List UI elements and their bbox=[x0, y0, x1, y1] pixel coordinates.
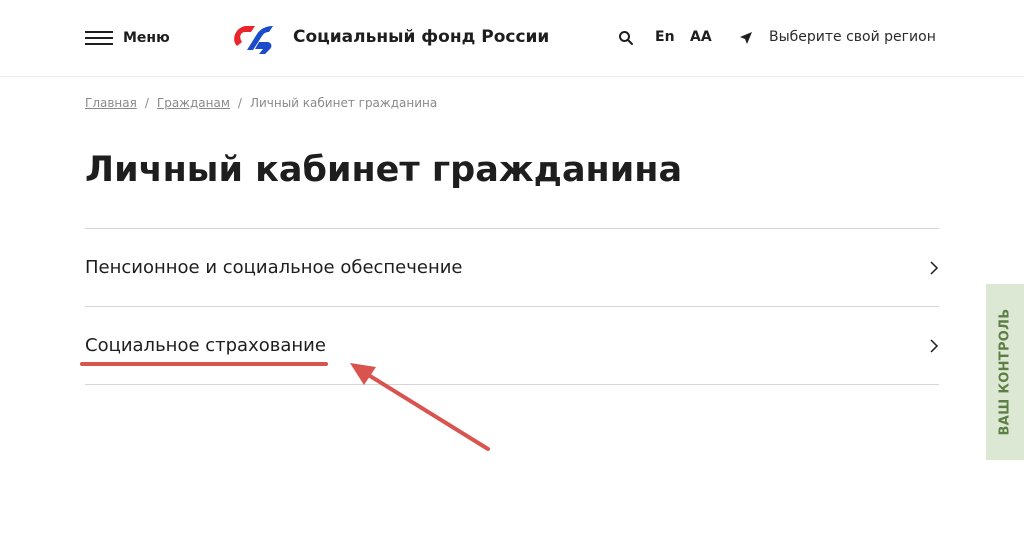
org-name[interactable]: Социальный фонд России bbox=[293, 27, 549, 47]
menu-label: Меню bbox=[123, 30, 170, 46]
list-item-pension[interactable]: Пенсионное и социальное обеспечение bbox=[85, 228, 939, 306]
hamburger-icon bbox=[85, 30, 113, 46]
your-control-tab[interactable]: ВАШ КОНТРОЛЬ bbox=[986, 284, 1024, 460]
list-item-label: Социальное страхование bbox=[85, 335, 326, 356]
breadcrumb-item-current: Личный кабинет гражданина bbox=[249, 96, 438, 110]
side-tab-label: ВАШ КОНТРОЛЬ bbox=[997, 308, 1013, 436]
list-item-label: Пенсионное и социальное обеспечение bbox=[85, 257, 463, 278]
breadcrumb-separator: / bbox=[237, 96, 242, 110]
search-icon[interactable] bbox=[618, 30, 634, 46]
breadcrumb-item-citizens[interactable]: Гражданам bbox=[157, 96, 230, 110]
breadcrumb: Главная / Гражданам / Личный кабинет гра… bbox=[85, 96, 437, 110]
page-title: Личный кабинет гражданина bbox=[85, 150, 683, 190]
page: Меню Социальный фонд России En АА Выбери… bbox=[0, 0, 1024, 550]
site-header: Меню Социальный фонд России En АА Выбери… bbox=[0, 0, 1024, 77]
breadcrumb-item-home[interactable]: Главная bbox=[85, 96, 137, 110]
font-size-button[interactable]: АА bbox=[690, 29, 712, 45]
chevron-right-icon bbox=[930, 339, 939, 353]
annotation-underline bbox=[80, 362, 328, 366]
region-select-button[interactable]: Выберите свой регион bbox=[769, 29, 936, 45]
list-item-social-insurance[interactable]: Социальное страхование bbox=[85, 306, 939, 385]
menu-button[interactable]: Меню bbox=[85, 26, 170, 50]
language-switch-button[interactable]: En bbox=[655, 29, 675, 45]
annotation-arrow-icon bbox=[350, 363, 490, 451]
breadcrumb-separator: / bbox=[144, 96, 149, 110]
sfr-logo[interactable] bbox=[229, 20, 277, 56]
location-arrow-icon[interactable] bbox=[739, 31, 753, 45]
chevron-right-icon bbox=[930, 261, 939, 275]
